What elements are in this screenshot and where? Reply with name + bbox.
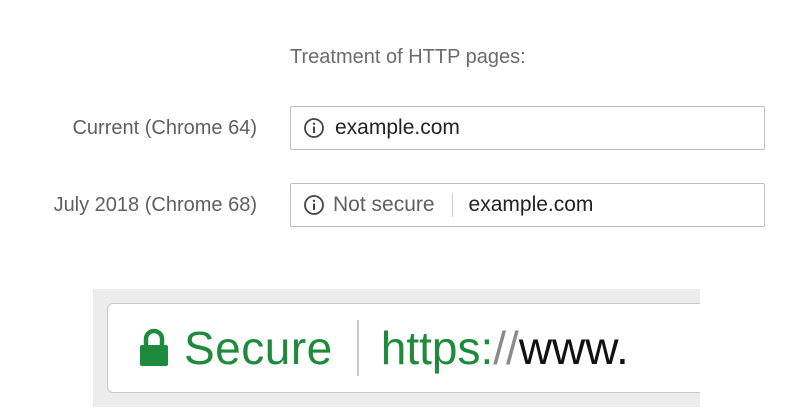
secure-omnibox-zoom: Secure https://www. <box>93 289 700 407</box>
url-scheme: https: <box>380 322 494 374</box>
url-text: example.com <box>468 193 594 216</box>
url-slashes: // <box>493 322 519 374</box>
lock-icon[interactable] <box>138 328 170 368</box>
omnibox-secure[interactable]: Secure https://www. <box>107 303 700 393</box>
divider <box>356 320 359 376</box>
info-icon[interactable] <box>303 194 325 216</box>
secure-chip[interactable]: Secure <box>184 321 333 375</box>
row-label-july-2018: July 2018 (Chrome 68) <box>53 194 257 216</box>
url-host: www. <box>518 322 629 374</box>
url-text: example.com <box>335 116 460 139</box>
divider <box>451 193 453 217</box>
row-label-current: Current (Chrome 64) <box>72 117 257 139</box>
not-secure-chip[interactable]: Not secure <box>333 193 435 217</box>
info-icon[interactable] <box>303 117 325 139</box>
omnibox-current[interactable]: example.com <box>290 106 765 150</box>
omnibox-july-2018[interactable]: Not secure example.com <box>290 183 765 227</box>
comparison-figure: Treatment of HTTP pages: Current (Chrome… <box>0 0 800 419</box>
section-heading: Treatment of HTTP pages: <box>290 46 526 68</box>
